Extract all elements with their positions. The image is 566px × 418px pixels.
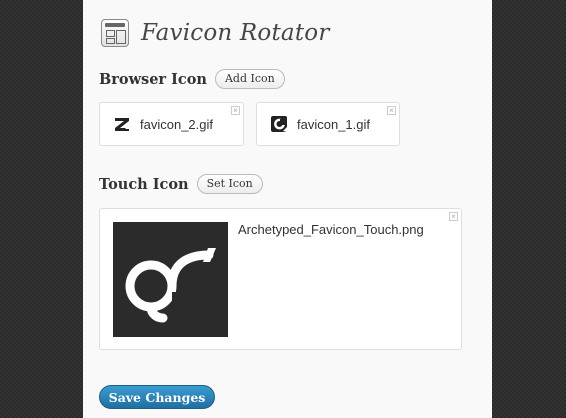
add-icon-button[interactable]: Add Icon <box>214 69 285 89</box>
touch-icon-header: Touch Icon Set Icon <box>99 174 263 194</box>
remove-icon[interactable]: × <box>387 106 396 115</box>
settings-panel: Favicon Rotator Browser Icon Add Icon fa… <box>83 0 492 418</box>
browser-icon-filename: favicon_1.gif <box>297 116 370 132</box>
favicon-c-icon <box>271 116 287 132</box>
browser-icon-label: Browser Icon <box>99 70 207 88</box>
archetyped-logo <box>113 222 228 337</box>
set-icon-button[interactable]: Set Icon <box>196 174 263 194</box>
favicon-z-icon <box>114 116 130 132</box>
remove-icon[interactable]: × <box>449 212 458 221</box>
browser-icon-item[interactable]: favicon_1.gif × <box>256 102 400 146</box>
touch-icon-label: Touch Icon <box>99 175 189 193</box>
browser-icon-filename: favicon_2.gif <box>140 116 213 132</box>
touch-icon-item[interactable]: Archetyped_Favicon_Touch.png × <box>99 208 462 350</box>
page-title: Favicon Rotator <box>141 20 330 46</box>
page-header: Favicon Rotator <box>101 17 330 49</box>
touch-icon-filename: Archetyped_Favicon_Touch.png <box>238 222 424 237</box>
browser-icon-header: Browser Icon Add Icon <box>99 69 285 89</box>
admin-page-icon <box>101 19 129 47</box>
save-changes-button[interactable]: Save Changes <box>99 385 215 409</box>
browser-icon-item[interactable]: favicon_2.gif × <box>99 102 244 146</box>
remove-icon[interactable]: × <box>231 106 240 115</box>
